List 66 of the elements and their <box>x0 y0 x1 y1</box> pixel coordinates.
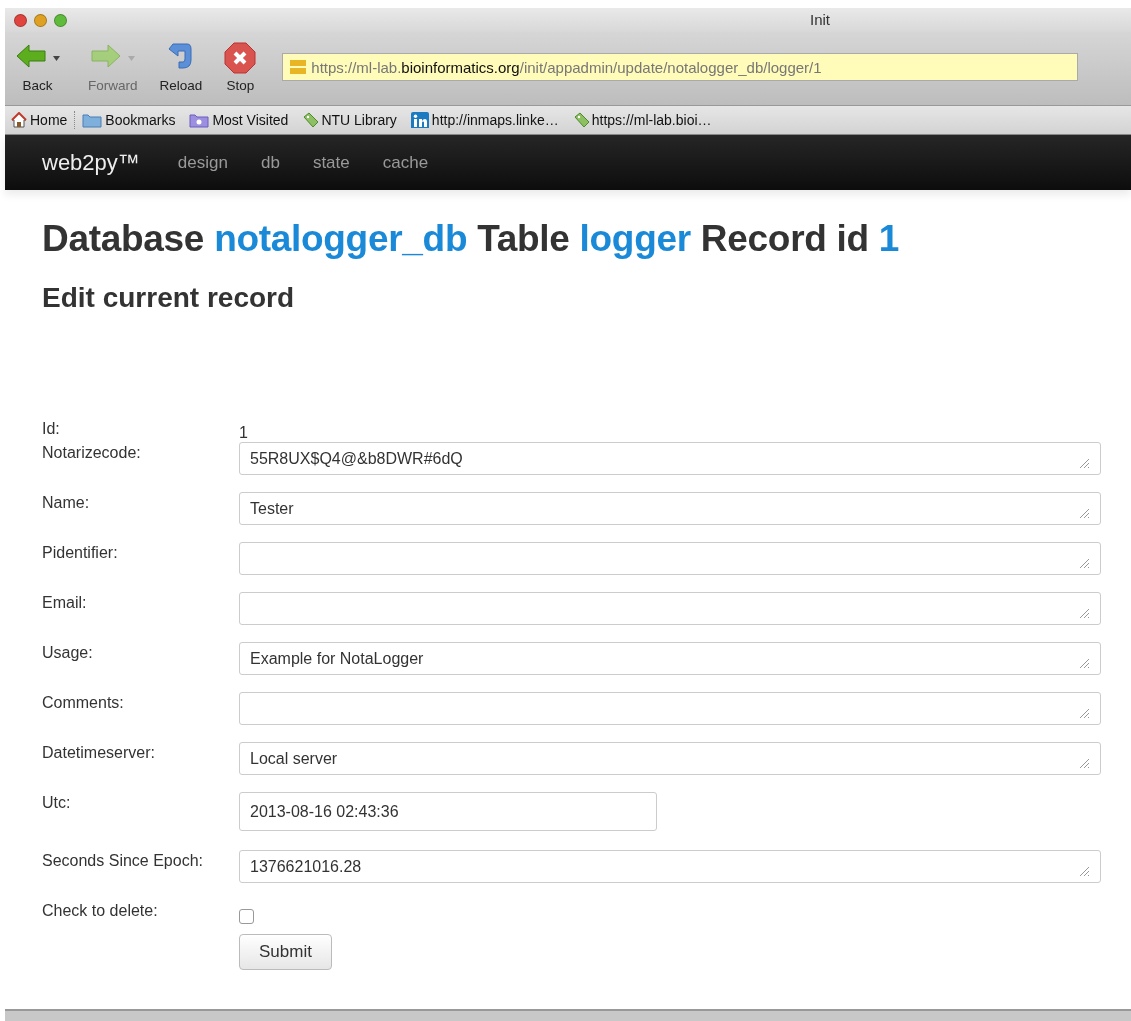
nav-link[interactable]: state <box>312 152 350 173</box>
nav-link[interactable]: cache <box>382 152 429 173</box>
zoom-button[interactable] <box>54 13 67 27</box>
url-text: https://ml-lab.bioinformatics.org/init/appadmin/update/notalogger_db/logger/1 <box>311 58 822 76</box>
tag-icon <box>572 112 589 128</box>
heading-link[interactable]: 1 <box>878 218 900 260</box>
stop-icon <box>224 42 257 74</box>
brand-link[interactable]: web2py™ <box>42 149 140 176</box>
resize-grip-icon <box>1078 756 1090 769</box>
nav-link[interactable]: design <box>177 152 228 173</box>
toolbar-button[interactable]: Stop <box>224 32 257 93</box>
folder-icon <box>82 112 103 128</box>
bookmark-item[interactable]: Most Visited <box>189 112 289 128</box>
heading-text: Database <box>42 218 205 260</box>
field-label: Name: <box>42 493 91 512</box>
house-icon <box>11 112 27 128</box>
resize-grip-icon <box>1078 456 1090 469</box>
text-area[interactable]: 55R8UX$Q4@&b8DWR#6dQ <box>239 442 1101 475</box>
resize-grip-icon <box>1078 706 1090 719</box>
heading-link[interactable]: logger <box>579 218 691 260</box>
input-field[interactable]: 2013-08-16 02:43:36 <box>239 792 657 831</box>
field-label: Notarizecode: <box>42 443 142 462</box>
field-label: Datetimeserver: <box>42 743 156 762</box>
close-button[interactable] <box>14 13 27 27</box>
field-label: Seconds Since Epoch: <box>42 851 204 870</box>
resize-grip-icon <box>1078 556 1090 569</box>
tag-icon <box>302 112 319 128</box>
field-label: Utc: <box>42 793 72 812</box>
minimize-button[interactable] <box>34 13 47 27</box>
text-area[interactable]: Local server <box>239 742 1101 775</box>
heading-text: Table <box>477 218 570 260</box>
toolbar-button[interactable]: Reload <box>159 32 203 93</box>
field-label: Email: <box>42 593 88 612</box>
bookmark-item[interactable]: https://ml-lab.bioi… <box>572 112 712 128</box>
nav-link[interactable]: db <box>260 152 280 173</box>
submit-button[interactable]: Submit <box>239 934 332 970</box>
site-icon <box>289 58 308 76</box>
section-heading: Edit current record <box>42 282 296 314</box>
bookmark-item[interactable]: http://inmaps.linke… <box>410 112 559 128</box>
text-area[interactable]: Example for NotaLogger <box>239 642 1101 675</box>
field-label: Comments: <box>42 693 125 712</box>
bookmark-item[interactable]: Home <box>11 112 68 128</box>
resize-grip-icon <box>1078 656 1090 669</box>
checkbox[interactable] <box>239 909 254 924</box>
heading-text: Record id <box>700 218 869 260</box>
linkedin-icon <box>410 112 429 128</box>
text-area[interactable] <box>239 592 1101 625</box>
field-label: Usage: <box>42 643 94 662</box>
text-area[interactable]: 1376621016.28 <box>239 850 1101 883</box>
heading-link[interactable]: notalogger_db <box>214 218 468 260</box>
resize-grip-icon <box>1078 506 1090 519</box>
field-label: Check to delete: <box>42 901 159 920</box>
field-value: 1 <box>239 423 248 442</box>
resize-grip-icon <box>1078 606 1090 619</box>
field-label: Pidentifier: <box>42 543 119 562</box>
text-area[interactable] <box>239 692 1101 725</box>
text-area[interactable]: Tester <box>239 492 1101 525</box>
window-title: Init <box>810 11 830 28</box>
address-bar[interactable]: https://ml-lab.bioinformatics.org/init/appadmin/update/notalogger_db/logger/1 <box>282 53 1079 81</box>
resize-grip-icon <box>1078 864 1090 877</box>
field-label: Id: <box>42 419 61 438</box>
bookmark-item[interactable]: NTU Library <box>302 112 397 128</box>
text-area[interactable] <box>239 542 1101 575</box>
bookmark-item[interactable]: Bookmarks <box>82 112 176 128</box>
toolbar-button[interactable]: Back <box>15 32 60 93</box>
folder-icon <box>189 112 210 128</box>
